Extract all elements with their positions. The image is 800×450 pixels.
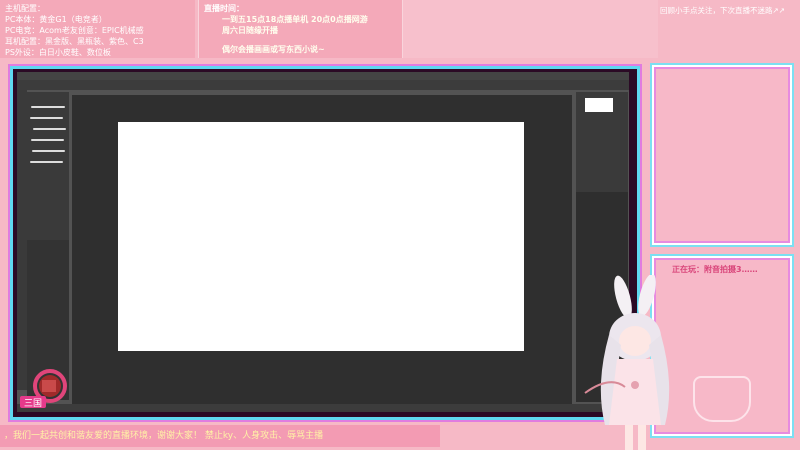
- vtuber-avatar: [584, 275, 670, 450]
- info-line: PC本体：黄金G1（电竞者）: [5, 15, 107, 24]
- logo-text: 三国: [24, 398, 42, 409]
- stream-logo: 三国: [20, 369, 67, 409]
- now-playing-label: 正在玩：附音拍摄3……: [672, 265, 758, 274]
- brush-stroke-preview[interactable]: [31, 106, 65, 108]
- rules-ticker: ，我们一起共创和谐友爱的直播环境，谢谢大家！ 禁止ky、人身攻击、辱骂主播: [0, 425, 440, 447]
- follow-ticker: 回顾小手点关注，下次直播不迷路↗↗: [660, 6, 786, 15]
- menu-bar[interactable]: [17, 72, 629, 80]
- schedule-title: 直播时间：: [204, 4, 244, 13]
- brush-stroke-preview[interactable]: [31, 139, 64, 141]
- brush-stroke-preview[interactable]: [33, 128, 66, 130]
- webcam-frame: [652, 65, 792, 245]
- info-line: 耳机配置：黑金版、黑瓶装、紫色、C3: [5, 37, 144, 46]
- brush-stroke-preview[interactable]: [30, 161, 63, 163]
- top-banner-blank: [403, 0, 658, 58]
- status-bar: [17, 404, 629, 412]
- brush-stroke-preview[interactable]: [32, 150, 65, 152]
- hardware-info-panel: 主机配置： PC本体：黄金G1（电竞者） PC电竞：Acom老友创意：EPIC机…: [0, 0, 195, 58]
- schedule-panel: 直播时间： 一到五15点18点播单机 20点0点播网游 周六日随缘开播 偶尔会播…: [198, 0, 403, 58]
- info-line: PS外设：白日小皮鞋、数位板: [5, 48, 111, 57]
- brush-presets-panel[interactable]: [27, 92, 69, 240]
- options-bar[interactable]: [17, 80, 629, 90]
- info-line: PC电竞：Acom老友创意：EPIC机械感: [5, 26, 144, 35]
- info-line: 主机配置：: [5, 4, 45, 13]
- cup-icon: [693, 376, 751, 422]
- brush-stroke-preview[interactable]: [30, 117, 63, 119]
- schedule-line: 一到五15点18点播单机 20点0点播网游: [222, 15, 368, 24]
- drawing-canvas[interactable]: [118, 122, 524, 351]
- tools-panel[interactable]: [17, 90, 27, 390]
- schedule-line: 周六日随缘开播: [222, 26, 278, 35]
- schedule-note: 偶尔会播画画或写东西小说~: [222, 45, 325, 54]
- navigator-thumbnail[interactable]: [585, 98, 613, 112]
